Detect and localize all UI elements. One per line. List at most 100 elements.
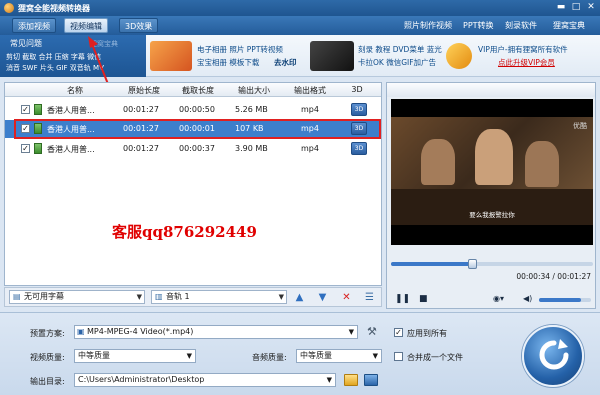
output-size: 5.26 MB xyxy=(235,105,268,114)
chevron-down-icon: ▼ xyxy=(348,328,354,336)
promo2-row2[interactable]: 卡拉OK 微信GIF加广告 xyxy=(358,57,436,68)
preset-label: 预置方案: xyxy=(30,329,65,338)
promo1-row2a[interactable]: 宝宝相册 模板下载 xyxy=(197,57,259,68)
table-row[interactable]: ✓ 香港人用普... 00:01:27 00:00:37 3.90 MB mp4… xyxy=(5,140,381,158)
maximize-button[interactable]: □ xyxy=(569,2,583,13)
audio-quality-select[interactable]: 中等质量 ▼ xyxy=(296,349,382,363)
delete-button[interactable]: ✕ xyxy=(340,291,353,304)
burn-promo-icon xyxy=(310,41,354,71)
seek-bar[interactable] xyxy=(391,259,593,269)
audio-track-value: 音轨 1 xyxy=(166,292,190,301)
table-row[interactable]: ✓ 香港人用普... 00:01:27 00:00:50 5.26 MB mp4… xyxy=(5,101,381,119)
merge-file-checkbox[interactable] xyxy=(394,352,403,361)
title-bar: 狸窝全能视频转换器 ▬ □ ✕ xyxy=(0,0,600,16)
pause-button[interactable]: ❚❚ xyxy=(395,294,410,304)
vip-upgrade-link[interactable]: 点此升级VIP会员 xyxy=(498,57,555,68)
app-logo-icon xyxy=(4,3,14,13)
video-edit-button[interactable]: 视频编辑 xyxy=(64,18,108,33)
main-toolbar: 添加视频 视频编辑 3D效果 照片制作视频 PPT转换 刻录软件 狸窝宝典 xyxy=(0,16,600,35)
ppt-convert-link[interactable]: PPT转换 xyxy=(463,20,494,31)
video-quality-select[interactable]: 中等质量 ▼ xyxy=(74,349,196,363)
ppt-promo-icon xyxy=(150,41,192,71)
volume-icon[interactable]: ◀) xyxy=(523,294,532,303)
output-format: mp4 xyxy=(301,105,319,114)
preview-panel: 优酷 要么我报警拉你 00:00:34 / 00:01:27 ❚❚ ■ ◉▾ ◀… xyxy=(386,82,596,309)
chevron-down-icon: ▼ xyxy=(372,352,378,360)
output-dir-label: 输出目录: xyxy=(30,377,65,386)
open-folder-icon[interactable] xyxy=(364,374,378,386)
subtitle-select[interactable]: ▤ 无可用字幕 ▼ xyxy=(9,290,145,304)
preset-select[interactable]: ▣ MP4-MPEG-4 Video(*.mp4) ▼ xyxy=(74,325,358,339)
seek-handle[interactable] xyxy=(468,259,477,269)
snapshot-button[interactable]: ◉▾ xyxy=(493,294,504,303)
service-qq-text: 客服qq876292449 xyxy=(112,223,257,241)
refresh-convert-icon xyxy=(539,339,569,370)
track-bar: ▤ 无可用字幕 ▼ ▥ 音轨 1 ▼ ▲ ▼ ✕ ☰ xyxy=(4,287,382,307)
output-format: mp4 xyxy=(301,144,319,153)
browse-folder-icon[interactable] xyxy=(344,374,358,386)
convert-button[interactable] xyxy=(522,325,584,387)
col-3d[interactable]: 3D xyxy=(345,85,369,94)
preset-icon: ▣ xyxy=(77,327,85,336)
original-length: 00:01:27 xyxy=(123,144,159,153)
liwo-guide-link[interactable]: 狸窝宝典 xyxy=(553,20,585,31)
file-name: 香港人用普... xyxy=(47,145,95,154)
move-down-button[interactable]: ▼ xyxy=(316,291,329,304)
cut-length: 00:00:50 xyxy=(179,105,215,114)
close-button[interactable]: ✕ xyxy=(584,2,598,13)
col-output-format[interactable]: 输出格式 xyxy=(285,85,335,96)
promo1-row1[interactable]: 电子相册 照片 PPT转视频 xyxy=(197,44,283,55)
output-size: 3.90 MB xyxy=(235,144,268,153)
stop-button[interactable]: ■ xyxy=(419,294,428,304)
original-length: 00:01:27 xyxy=(123,105,159,114)
photo-video-link[interactable]: 照片制作视频 xyxy=(404,20,452,31)
video-person xyxy=(525,141,559,187)
move-up-button[interactable]: ▲ xyxy=(293,291,306,304)
3d-icon[interactable]: 3D xyxy=(351,142,367,155)
3d-effect-button[interactable]: 3D效果 xyxy=(119,18,159,33)
window-title: 狸窝全能视频转换器 xyxy=(18,4,90,13)
remove-watermark-link[interactable]: 去水印 xyxy=(274,57,297,68)
col-name[interactable]: 名称 xyxy=(45,85,105,96)
seek-progress xyxy=(391,262,470,266)
video-player[interactable]: 优酷 要么我报警拉你 xyxy=(391,99,593,245)
minimize-button[interactable]: ▬ xyxy=(554,2,568,13)
video-person xyxy=(421,139,455,185)
vip-info: VIP用户-拥有狸窝所有软件 xyxy=(478,45,568,54)
file-name: 香港人用普... xyxy=(47,106,95,115)
list-view-button[interactable]: ☰ xyxy=(363,291,376,304)
video-watermark: 优酷 xyxy=(573,122,587,130)
faq-tab[interactable]: 常见问题 xyxy=(10,38,42,49)
preset-settings-icon[interactable]: ⚒ xyxy=(367,325,377,338)
apply-all-checkbox[interactable]: ✓ xyxy=(394,328,403,337)
row-checkbox[interactable]: ✓ xyxy=(21,144,30,153)
volume-slider[interactable] xyxy=(539,298,591,302)
col-original-length[interactable]: 原始长度 xyxy=(119,85,169,96)
video-table xyxy=(391,189,593,225)
audio-track-select[interactable]: ▥ 音轨 1 ▼ xyxy=(151,290,287,304)
3d-icon[interactable]: 3D xyxy=(351,103,367,116)
vip-icon xyxy=(446,43,472,69)
apply-all-label: 应用到所有 xyxy=(407,329,447,338)
video-quality-label: 视频质量: xyxy=(30,353,65,362)
col-cut-length[interactable]: 截取长度 xyxy=(173,85,223,96)
file-icon xyxy=(34,104,42,115)
add-video-button[interactable]: 添加视频 xyxy=(12,18,56,33)
row-checkbox[interactable]: ✓ xyxy=(21,105,30,114)
video-person xyxy=(475,129,513,185)
promo2-row1[interactable]: 刻录 教程 DVD菜单 蓝光 xyxy=(358,44,442,55)
cut-length: 00:00:37 xyxy=(179,144,215,153)
table-header: 名称 原始长度 截取长度 输出大小 输出格式 3D xyxy=(5,83,381,97)
burn-software-link[interactable]: 刻录软件 xyxy=(505,20,537,31)
chevron-down-icon: ▼ xyxy=(326,376,332,384)
col-output-size[interactable]: 输出大小 xyxy=(229,85,279,96)
settings-panel: 预置方案: ▣ MP4-MPEG-4 Video(*.mp4) ▼ ⚒ ✓ 应用… xyxy=(0,312,600,395)
output-dir-field[interactable]: C:\Users\Administrator\Desktop ▼ xyxy=(74,373,336,387)
audio-quality-label: 音频质量: xyxy=(252,353,287,362)
merge-file-label: 合并成一个文件 xyxy=(407,353,463,362)
chevron-down-icon: ▼ xyxy=(136,293,142,301)
output-dir-value: C:\Users\Administrator\Desktop xyxy=(78,375,205,384)
selection-highlight-box xyxy=(14,119,381,139)
chevron-down-icon: ▼ xyxy=(278,293,284,301)
audio-quality-value: 中等质量 xyxy=(300,351,332,360)
